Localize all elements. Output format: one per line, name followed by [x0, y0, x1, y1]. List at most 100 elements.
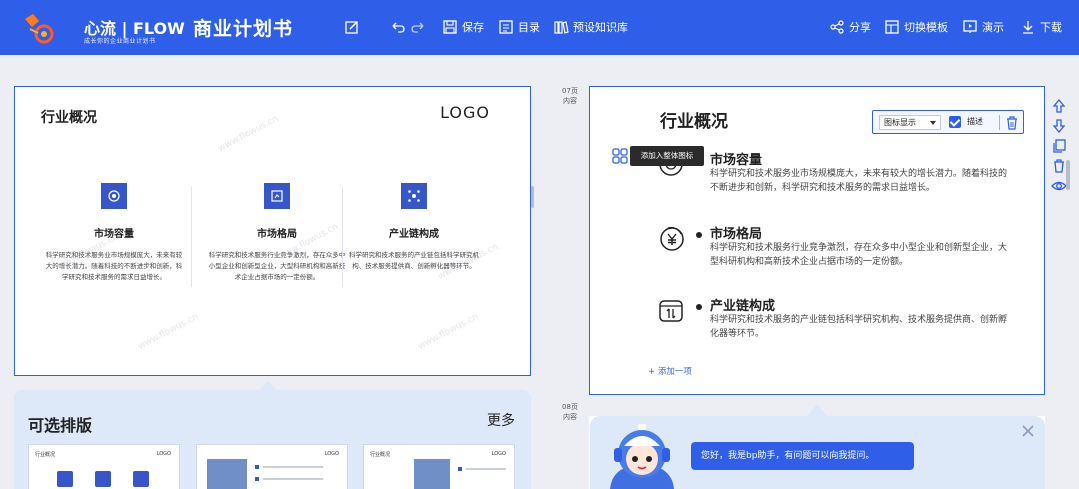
document-title[interactable]: 商业计划书 [193, 14, 293, 41]
thumb-bullet [458, 467, 462, 471]
item-text: 科学研究和技术服务业市场规模庞大，未来有较大的增长潜力。随着科技的不断进步和创新… [710, 169, 1008, 193]
download-label: 下载 [1040, 21, 1062, 34]
save-label: 保存 [462, 21, 484, 34]
share-icon [830, 20, 844, 34]
copy-icon[interactable] [1051, 138, 1067, 154]
delete-icon[interactable] [1051, 158, 1067, 174]
thumb-title: 行业概况 [35, 452, 56, 458]
trash-icon[interactable] [1005, 115, 1019, 130]
thumb-icon-block [133, 471, 149, 487]
target-icon [101, 183, 127, 209]
display-mode-select[interactable]: 图标显示 [879, 115, 941, 130]
download-icon [1023, 21, 1033, 34]
toc-button[interactable]: 目录 [498, 18, 540, 36]
thumb-logo: LOGO [491, 451, 506, 457]
thumb-logo: LOGO [324, 451, 339, 457]
column-heading: 产业链构成 [389, 229, 439, 240]
redo-button[interactable] [410, 18, 426, 36]
scrollbar-thumb[interactable] [1066, 160, 1070, 190]
download-button[interactable]: 下载 [1020, 18, 1062, 36]
scrollbar-thumb[interactable] [531, 186, 534, 208]
present-label: 演示 [982, 21, 1004, 34]
close-icon[interactable] [1020, 423, 1036, 439]
presentation-icon [963, 20, 977, 33]
undo-button[interactable] [390, 18, 406, 36]
toc-label: 目录 [518, 21, 540, 34]
share-label: 分享 [849, 21, 871, 34]
panel-notch [807, 404, 827, 416]
top-toolbar: 心流 | FLOW 成长你的企业商业计划书 商业计划书 保存 目录 预设知识库 … [0, 0, 1079, 55]
assistant-message: 您好，我是bp助手，有问题可以向我提问。 [691, 442, 914, 470]
slide-logo: LOGO [440, 103, 490, 122]
share-button[interactable]: 分享 [829, 18, 871, 36]
description-checkbox[interactable] [949, 116, 961, 128]
grid-icon[interactable] [612, 148, 628, 164]
list-icon [499, 20, 513, 34]
save-button[interactable]: 保存 [442, 18, 484, 36]
thumb-bullet [255, 477, 259, 481]
item-text: 科学研究和技术服务的产业链包括科学研究机构、技术服务提供商、创新孵化器等环节。 [710, 315, 1008, 339]
layout-panel-title: 可选排版 [28, 416, 93, 435]
switch-template-label: 切换模板 [904, 21, 948, 34]
assistant-robot-avatar[interactable] [600, 418, 684, 489]
eye-icon[interactable] [1051, 178, 1067, 194]
thumb-line [263, 466, 323, 468]
present-button[interactable]: 演示 [962, 18, 1004, 36]
undo-icon [392, 22, 405, 33]
divider [999, 115, 1000, 130]
save-icon [443, 20, 457, 34]
slide-title: 行业概况 [41, 110, 97, 126]
column-text: 科学研究和技术服务的产业链包括科学研究机构、技术服务提供商、创新孵化器等环节。 [349, 251, 479, 270]
yen-coin-icon [660, 226, 684, 251]
slide-column[interactable]: 市场容量 科学研究和技术服务业市场规模庞大，未来有较大的增长潜力。随着科技的不断… [29, 183, 199, 283]
knowledge-base-button[interactable]: 预设知识库 [553, 18, 628, 36]
thumb-line [263, 478, 323, 480]
switch-template-button[interactable]: 切换模板 [884, 18, 948, 36]
layout-thumbnail[interactable]: 行业概况 LOGO [28, 444, 180, 489]
item-heading: 市场格局 [696, 223, 762, 242]
slide-editor[interactable]: 行业概况 图标显示 描述 市场容量 科学研究和技术服务业市场规模庞大，未来有较大… [589, 86, 1045, 395]
description-label: 描述 [967, 117, 983, 126]
layout-thumbnail[interactable]: 行业概况 LOGO [363, 444, 515, 489]
item-heading: 市场容量 [696, 149, 762, 168]
thumb-line [466, 468, 506, 470]
layout-thumbnail[interactable]: LOGO [196, 444, 348, 489]
element-controls: 图标显示 描述 [872, 110, 1024, 134]
move-up-icon[interactable] [1051, 98, 1067, 114]
slide-title[interactable]: 行业概况 [660, 107, 728, 132]
books-icon [554, 21, 569, 34]
column-heading: 市场容量 [94, 229, 134, 240]
logo-subtitle: 成长你的企业商业计划书 [84, 38, 156, 45]
slide-column[interactable]: 产业链构成 科学研究和技术服务的产业链包括科学研究机构、技术服务提供商、创新孵化… [329, 183, 499, 272]
item-text: 科学研究和技术服务行业竞争激烈，存在众多中小型企业和创新型企业，大型科研机构和高… [710, 243, 1008, 267]
slide-preview[interactable]: 行业概况 LOGO 市场容量 科学研究和技术服务业市场规模庞大，未来有较大的增长… [14, 86, 531, 376]
page-number-label: 07页 内容 [562, 87, 578, 105]
add-item-button[interactable]: + 添加一项 [648, 365, 692, 377]
chart-icon [264, 183, 290, 209]
thumb-title: 行业概况 [370, 452, 391, 458]
edit-button[interactable] [344, 18, 360, 36]
knowledge-base-label: 预设知识库 [573, 21, 628, 34]
flow-logo-icon [25, 14, 54, 44]
layout-options-panel: 可选排版 更多 行业概况 LOGO LOGO 行业概况 LOGO [14, 390, 531, 489]
edit-icon [345, 21, 358, 34]
watermark: www.flowus.cn [416, 311, 481, 353]
thumb-icon-block [95, 471, 111, 487]
redo-icon [411, 22, 424, 33]
watermark: www.flowus.cn [136, 311, 201, 353]
thumb-logo: LOGO [156, 451, 171, 457]
column-text: 科学研究和技术服务业市场规模庞大，未来有较大的增长潜力。随着科技的不断进步和创新… [45, 251, 183, 281]
app-logo[interactable]: 心流 | FLOW 成长你的企业商业计划书 [22, 9, 185, 47]
thumb-image [207, 459, 247, 489]
network-icon [401, 183, 427, 209]
watermark: www.flowus.cn [216, 113, 281, 155]
chain-icon [659, 300, 683, 322]
more-layouts-link[interactable]: 更多 [487, 410, 515, 430]
thumb-icon-block [57, 471, 73, 487]
thumb-image [414, 459, 450, 489]
tooltip: 添加入整体图标 [630, 146, 704, 166]
item-heading: 产业链构成 [696, 295, 775, 314]
thumb-bullet [255, 465, 259, 469]
column-text: 科学研究和技术服务行业竞争激烈，存在众多中小型企业和创新型企业，大型科研机构和高… [208, 251, 346, 281]
move-down-icon[interactable] [1051, 118, 1067, 134]
